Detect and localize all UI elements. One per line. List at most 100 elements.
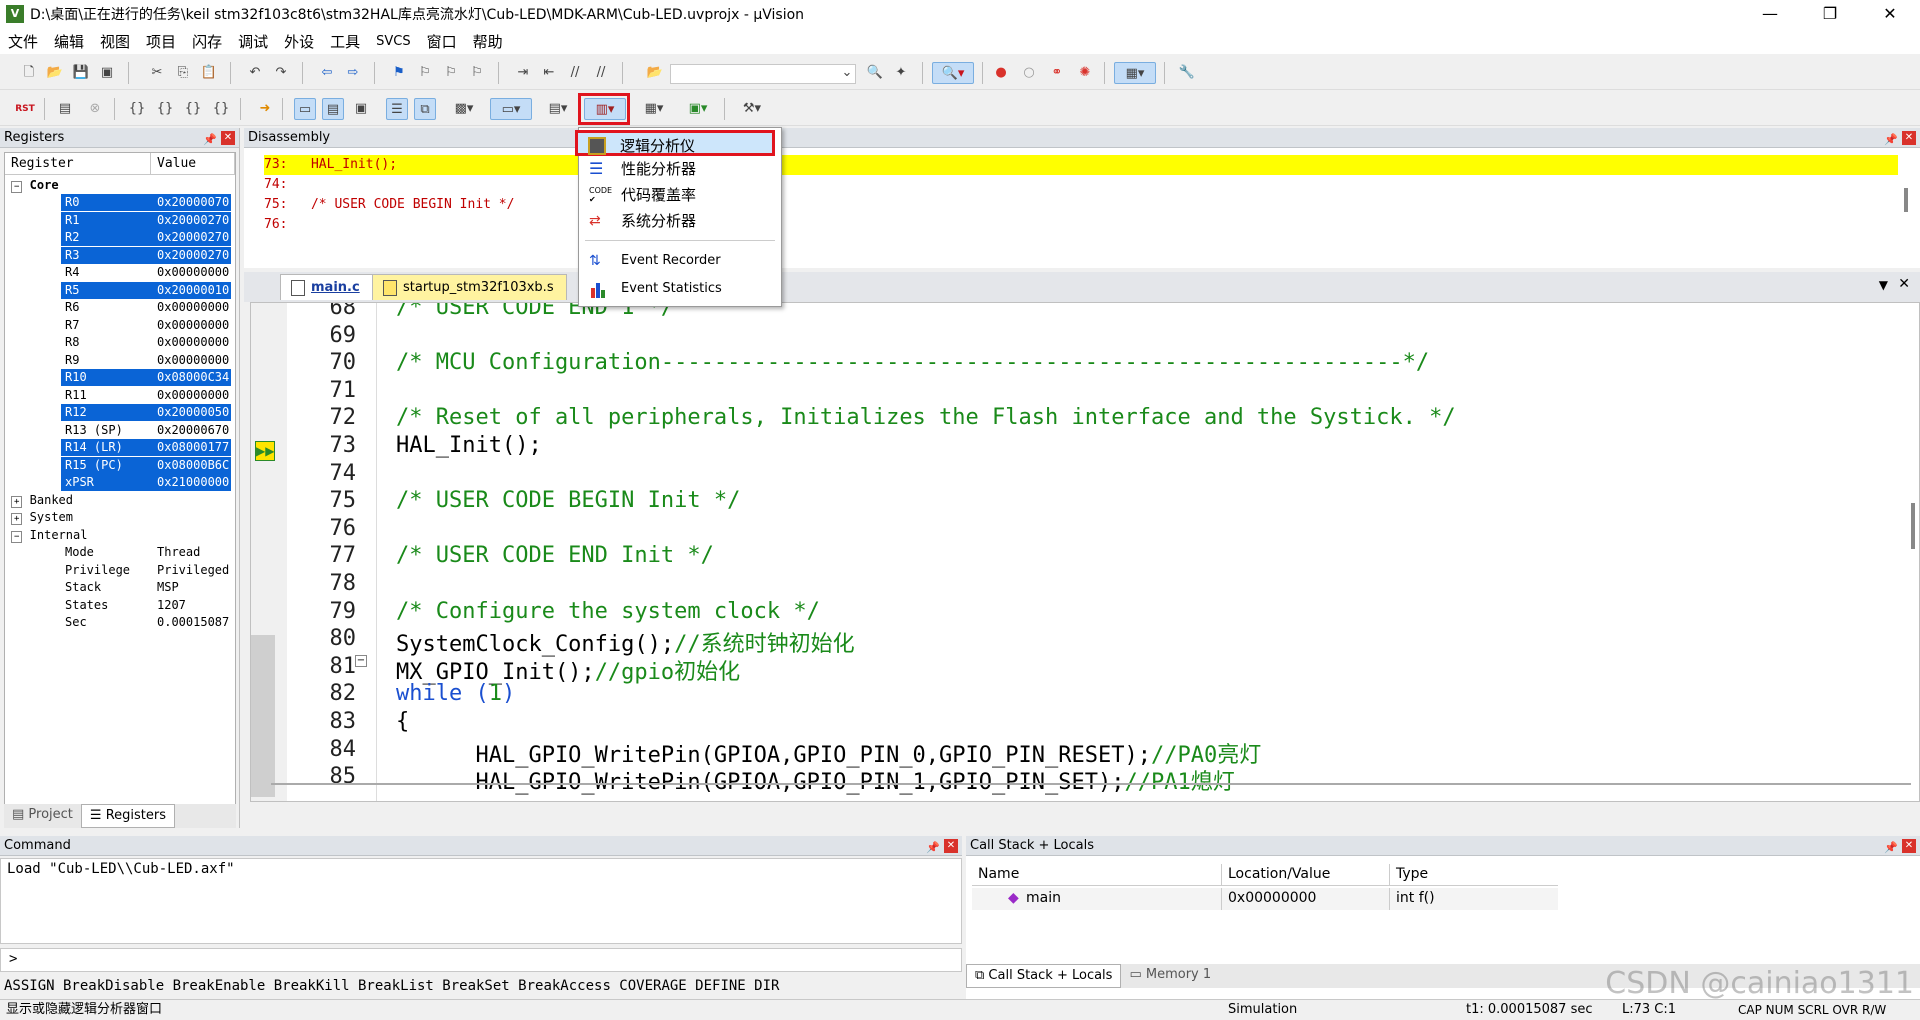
menu-view[interactable]: 视图 bbox=[92, 31, 138, 52]
minimize-button[interactable]: — bbox=[1740, 0, 1800, 28]
toolbox-icon[interactable]: ⚒▾ bbox=[734, 98, 770, 120]
code-line[interactable]: { bbox=[396, 709, 409, 734]
menu-event-recorder[interactable]: ⇅ Event Recorder bbox=[579, 248, 781, 274]
indent-icon[interactable]: ⇥ bbox=[512, 62, 534, 84]
enable-breakpoint-icon[interactable]: ○ bbox=[1018, 62, 1040, 84]
menu-svcs[interactable]: SVCS bbox=[368, 34, 418, 49]
prev-bookmark-icon[interactable]: ⚐ bbox=[414, 62, 436, 84]
close-window-button[interactable]: ✕ bbox=[1860, 0, 1920, 28]
menu-debug[interactable]: 调试 bbox=[230, 31, 276, 52]
command-window-icon[interactable]: ▭ bbox=[294, 98, 316, 120]
register-row[interactable]: R13 (SP) 0x20000670 bbox=[61, 422, 231, 439]
code-line[interactable]: HAL_GPIO_WritePin(GPIOA,GPIO_PIN_1,GPIO_… bbox=[396, 764, 1234, 796]
pin-icon[interactable]: 📌 bbox=[203, 130, 217, 150]
save-icon[interactable]: 💾 bbox=[70, 62, 92, 84]
pin-icon[interactable]: 📌 bbox=[1884, 838, 1898, 858]
register-row[interactable]: R7 0x00000000 bbox=[61, 317, 231, 334]
symbols-window-icon[interactable]: ▣ bbox=[350, 98, 372, 120]
memory-windows-icon[interactable]: ▭▾ bbox=[490, 98, 532, 120]
disable-breakpoints-icon[interactable]: ⚭ bbox=[1046, 62, 1068, 84]
register-row[interactable]: R6 0x00000000 bbox=[61, 299, 231, 316]
register-row[interactable]: R0 0x20000070 bbox=[61, 194, 231, 211]
register-row[interactable]: R3 0x20000270 bbox=[61, 246, 231, 264]
show-next-statement-icon[interactable]: ➜ bbox=[254, 98, 276, 120]
step-into-icon[interactable]: {} bbox=[126, 98, 148, 120]
kill-breakpoints-icon[interactable]: ✺ bbox=[1074, 62, 1096, 84]
insert-breakpoint-icon[interactable]: ● bbox=[990, 62, 1012, 84]
breakpoint-gutter[interactable]: ▶▶ bbox=[251, 303, 287, 801]
col-register[interactable]: Register bbox=[5, 153, 151, 174]
register-row[interactable]: R14 (LR) 0x08000177 bbox=[61, 439, 231, 456]
incremental-find-icon[interactable]: ✦ bbox=[890, 62, 912, 84]
menu-flash[interactable]: 闪存 bbox=[184, 31, 230, 52]
step-over-icon[interactable]: {} bbox=[154, 98, 176, 120]
disassembly-window-icon[interactable]: ▤ bbox=[322, 98, 344, 120]
paste-icon[interactable]: 📋 bbox=[198, 62, 220, 84]
disasm-line[interactable]: 74: bbox=[264, 175, 287, 195]
comment-icon[interactable]: // bbox=[564, 62, 586, 84]
new-file-icon[interactable]: 🗋 bbox=[18, 62, 40, 84]
vertical-scrollbar[interactable] bbox=[1911, 503, 1915, 549]
register-row[interactable]: xPSR 0x21000000 bbox=[61, 474, 231, 491]
pin-icon[interactable]: 📌 bbox=[1884, 130, 1898, 150]
register-tree[interactable]: Register Value − Core R0 0x20000070 R1 0x200… bbox=[4, 152, 236, 816]
tab-startup-s[interactable]: startup_stm32f103xb.s bbox=[372, 274, 567, 300]
internal-row[interactable]: Privilege Privileged bbox=[61, 562, 231, 579]
code-line[interactable]: /* Configure the system clock */ bbox=[396, 599, 820, 624]
disasm-line[interactable]: 76: bbox=[264, 215, 287, 235]
tab-list-dropdown-icon[interactable]: ▼ bbox=[1879, 278, 1888, 292]
menu-edit[interactable]: 编辑 bbox=[46, 31, 92, 52]
menu-event-statistics[interactable]: Event Statistics bbox=[579, 276, 781, 302]
watch-windows-icon[interactable]: ▩▾ bbox=[446, 98, 482, 120]
col-location[interactable]: Location/Value bbox=[1222, 864, 1390, 885]
analysis-windows-icon[interactable]: ▥▾ bbox=[584, 98, 626, 120]
internal-row[interactable]: Stack MSP bbox=[61, 579, 231, 596]
nav-forward-icon[interactable]: ⇨ bbox=[342, 62, 364, 84]
register-row[interactable]: R5 0x20000010 bbox=[61, 281, 231, 299]
unindent-icon[interactable]: ⇤ bbox=[538, 62, 560, 84]
menu-code-coverage[interactable]: CODE ✔ 代码覆盖率 bbox=[579, 182, 781, 208]
code-line[interactable]: HAL_Init(); bbox=[396, 433, 542, 458]
table-row[interactable]: ◆ main 0x00000000 int f() bbox=[972, 888, 1558, 910]
run-icon[interactable]: ▤ bbox=[54, 98, 76, 120]
find-combo[interactable] bbox=[670, 64, 856, 84]
find-icon[interactable]: 🔍 bbox=[864, 62, 886, 84]
registers-window-icon[interactable]: ☰ bbox=[386, 98, 408, 120]
disasm-scrollbar[interactable] bbox=[1904, 188, 1908, 212]
tree-node-group[interactable]: + System bbox=[11, 509, 231, 526]
disasm-line[interactable]: 73: HAL_Init(); bbox=[264, 155, 397, 175]
col-value[interactable]: Value bbox=[151, 153, 235, 174]
system-viewer-icon[interactable]: ▣▾ bbox=[680, 98, 716, 120]
uncomment-icon[interactable]: // bbox=[590, 62, 612, 84]
horizontal-scrollbar[interactable] bbox=[271, 783, 1911, 785]
register-row[interactable]: R8 0x00000000 bbox=[61, 334, 231, 351]
stop-icon[interactable]: ⊗ bbox=[84, 98, 106, 120]
menu-performance-analyzer[interactable]: ☰ 性能分析器 bbox=[579, 156, 781, 182]
clear-bookmarks-icon[interactable]: ⚐ bbox=[466, 62, 488, 84]
combo-dropdown-icon[interactable]: ⌄ bbox=[836, 62, 858, 84]
command-output[interactable]: Load "Cub-LED\\Cub-LED.axf" bbox=[0, 858, 962, 944]
close-editor-icon[interactable]: ✕ bbox=[1898, 276, 1910, 292]
close-icon[interactable]: ✕ bbox=[221, 131, 235, 145]
menu-peripherals[interactable]: 外设 bbox=[276, 31, 322, 52]
tab-registers[interactable]: ☰ Registers bbox=[80, 804, 175, 828]
pin-icon[interactable]: 📌 bbox=[926, 838, 940, 858]
redo-icon[interactable]: ↷ bbox=[270, 62, 292, 84]
trace-windows-icon[interactable]: ▦▾ bbox=[636, 98, 672, 120]
tab-main-c[interactable]: main.c bbox=[280, 274, 373, 300]
fold-toggle-icon[interactable]: − bbox=[355, 655, 367, 667]
tree-node-group[interactable]: + Banked bbox=[11, 492, 231, 509]
step-out-icon[interactable]: {} bbox=[182, 98, 204, 120]
code-line[interactable]: /* Reset of all peripherals, Initializes… bbox=[396, 405, 1456, 430]
undo-icon[interactable]: ↶ bbox=[244, 62, 266, 84]
menu-logic-analyzer[interactable]: 逻辑分析仪 bbox=[575, 130, 775, 156]
menu-help[interactable]: 帮助 bbox=[465, 31, 511, 52]
cut-icon[interactable]: ✂ bbox=[146, 62, 168, 84]
register-row[interactable]: R4 0x00000000 bbox=[61, 264, 231, 281]
tree-node-core[interactable]: − Core bbox=[11, 177, 231, 194]
save-all-icon[interactable]: ▣ bbox=[96, 62, 118, 84]
menu-tools[interactable]: 工具 bbox=[322, 31, 368, 52]
register-row[interactable]: R12 0x20000050 bbox=[61, 404, 231, 421]
code-line[interactable]: /* USER CODE END Init */ bbox=[396, 543, 714, 568]
serial-windows-icon[interactable]: ▤▾ bbox=[540, 98, 576, 120]
